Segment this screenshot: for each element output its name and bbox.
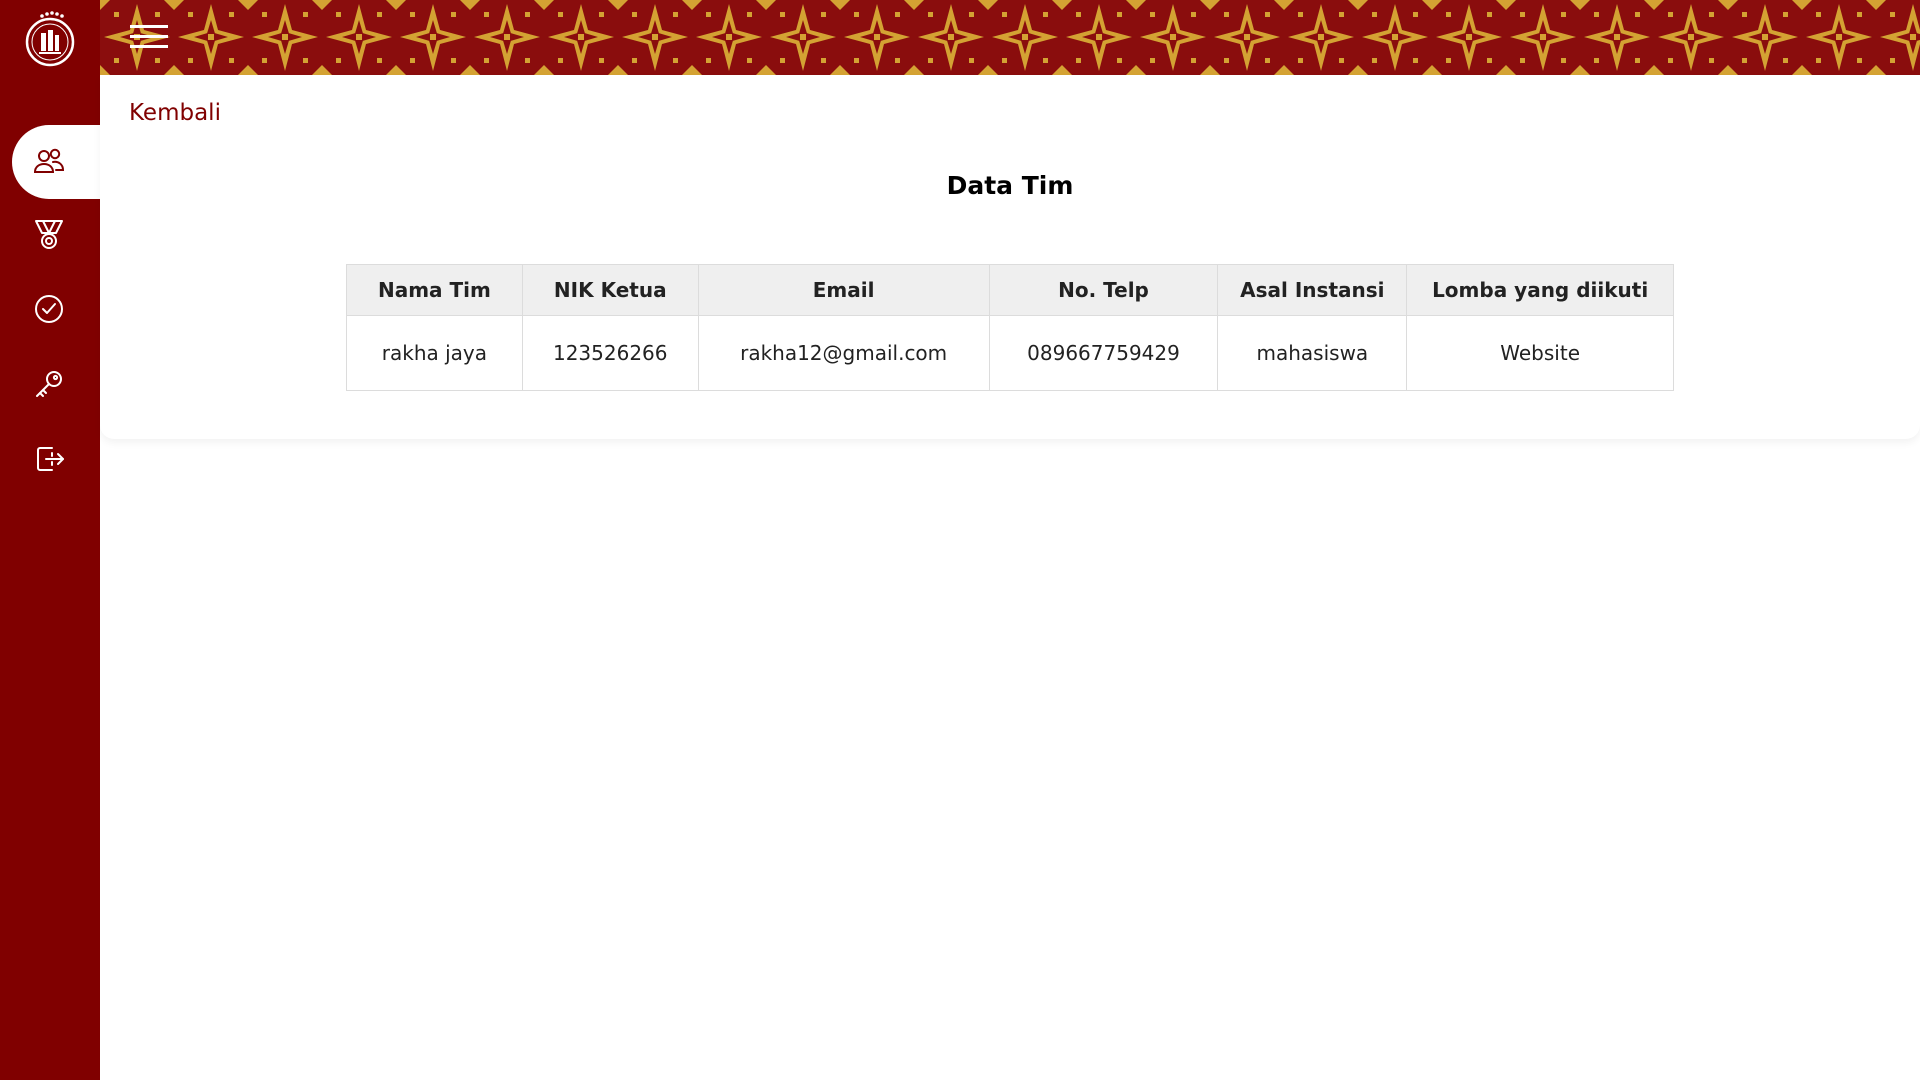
cell-competition: Website: [1406, 315, 1674, 391]
cell-team-name: rakha jaya: [346, 315, 523, 391]
column-header-competition: Lomba yang diikuti: [1406, 264, 1674, 316]
sidebar-item-logout[interactable]: [12, 422, 100, 496]
app-logo[interactable]: [24, 6, 76, 72]
logout-icon: [37, 447, 64, 471]
page-title: Data Tim: [946, 171, 1074, 200]
column-header-institution: Asal Instansi: [1217, 264, 1408, 316]
hamburger-icon: [130, 25, 168, 48]
table-header-row: Nama Tim NIK Ketua Email No. Telp Asal I…: [346, 264, 1674, 316]
column-header-email: Email: [697, 264, 990, 316]
sidebar-item-password[interactable]: [12, 347, 100, 421]
column-header-phone: No. Telp: [988, 264, 1219, 316]
sidebar-item-verification[interactable]: [12, 272, 100, 346]
column-header-leader-nik: NIK Ketua: [521, 264, 699, 316]
cell-phone: 089667759429: [988, 315, 1219, 391]
cell-email: rakha12@gmail.com: [697, 315, 990, 391]
team-data-table: Nama Tim NIK Ketua Email No. Telp Asal I…: [346, 264, 1674, 391]
check-circle-icon: [35, 295, 63, 323]
table-row: rakha jaya 123526266 rakha12@gmail.com 0…: [346, 315, 1674, 391]
cell-institution: mahasiswa: [1217, 315, 1408, 391]
back-link[interactable]: Kembali: [129, 100, 221, 126]
medal-icon: [35, 220, 63, 249]
users-icon: [33, 148, 65, 173]
cell-leader-nik: 123526266: [521, 315, 699, 391]
songket-pattern: [100, 0, 1920, 75]
column-header-team-name: Nama Tim: [346, 264, 523, 316]
key-icon: [36, 371, 62, 397]
sidebar-item-teams[interactable]: [12, 125, 100, 199]
menu-toggle-button[interactable]: [130, 22, 170, 52]
top-banner: [100, 0, 1920, 75]
sidebar: [0, 0, 100, 1080]
sidebar-item-competitions[interactable]: [12, 197, 100, 271]
